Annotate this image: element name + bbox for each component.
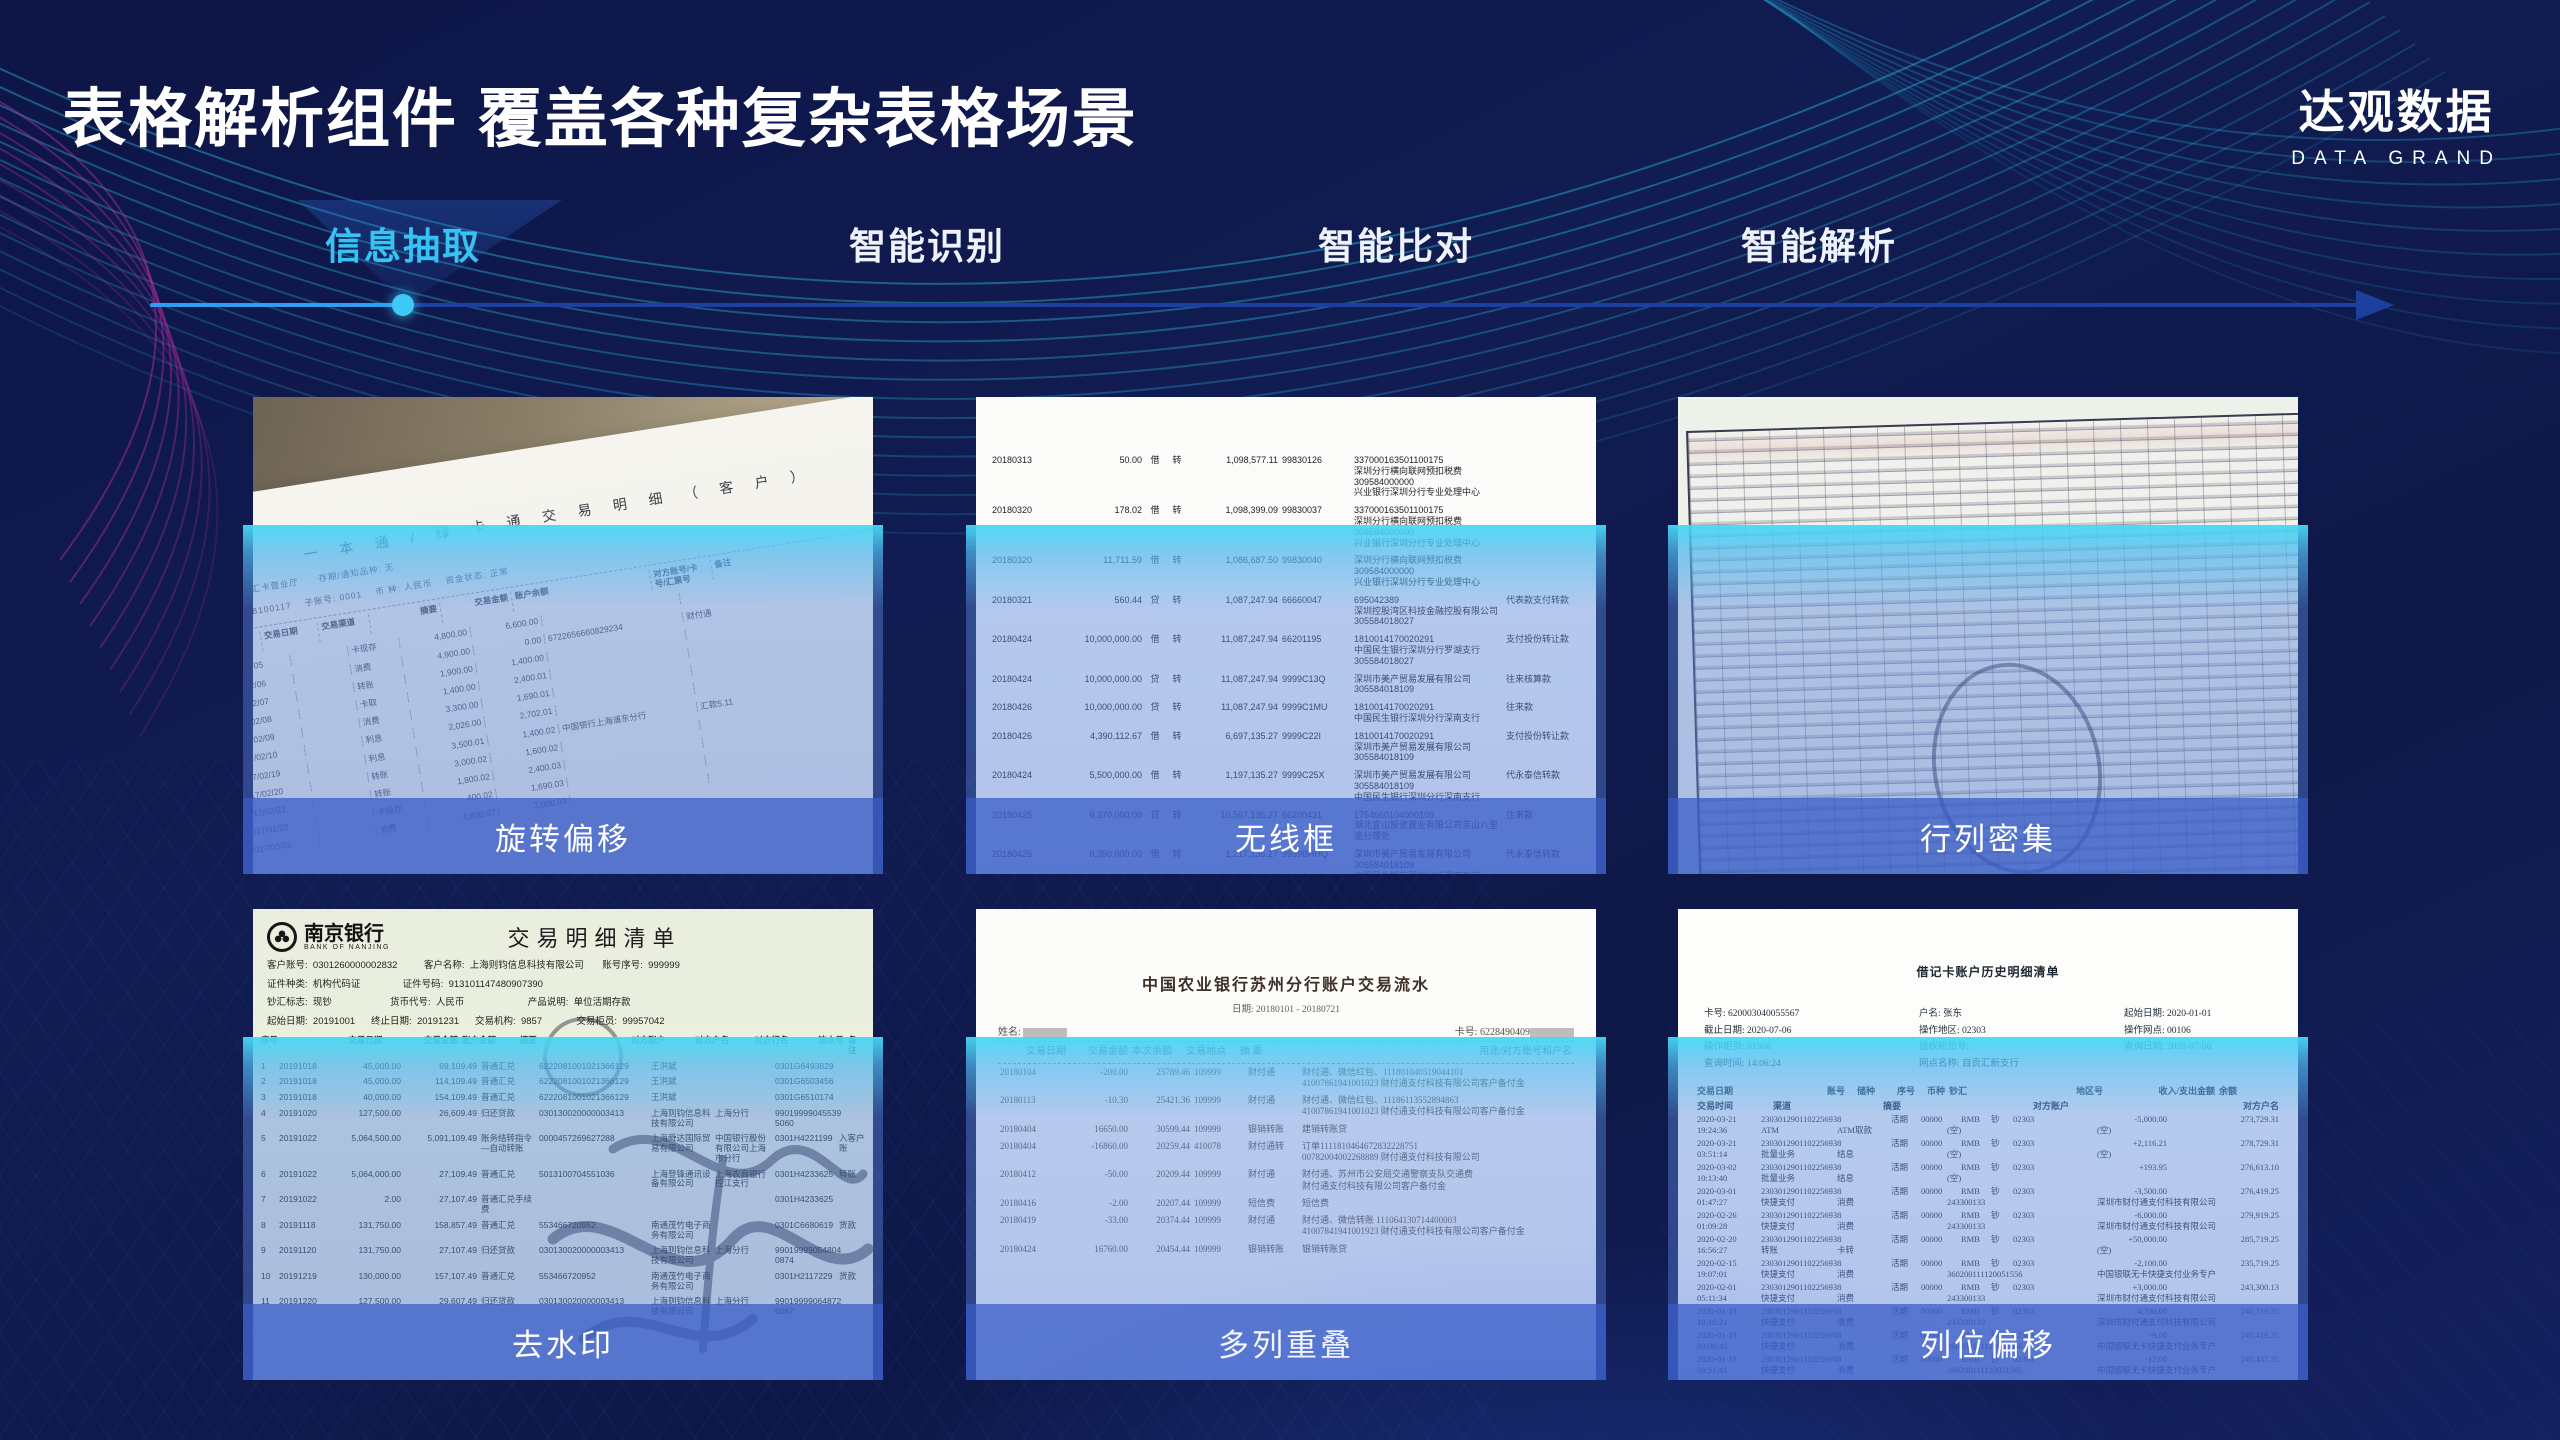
thumbnail-column-overlap: 中国农业银行苏州分行账户交易流水 日期: 20180101 - 20180721… <box>976 909 1596 1380</box>
thumbnail-borderless: 2018031350.00借转1,098,577.119983012633700… <box>976 397 1596 874</box>
progress-line-active-segment <box>150 303 403 307</box>
caption-band: 列位偏移 <box>1668 1304 2308 1380</box>
slide-root: 表格解析组件 覆盖各种复杂表格场景 达观数据 DATA GRAND 信息抽取 智… <box>0 0 2560 1440</box>
cell: 借 <box>1144 455 1166 498</box>
table-row: 2018031350.00借转1,098,577.119983012633700… <box>990 455 1582 498</box>
progress-dot <box>392 294 414 316</box>
bank-header: 南京银行 BANK OF NANJING 交易明细清单 <box>253 909 873 955</box>
caption-band: 多列重叠 <box>966 1304 1606 1380</box>
caption-label: 列位偏移 <box>1920 1320 2056 1365</box>
caption-label: 旋转偏移 <box>495 814 631 859</box>
cell: 1,098,577.11 <box>1188 455 1280 498</box>
step-tab-smart-comparison[interactable]: 智能比对 <box>1318 216 1474 270</box>
step-nav: 信息抽取 智能识别 智能比对 智能解析 <box>0 0 2560 340</box>
step-tab-smart-parsing[interactable]: 智能解析 <box>1741 216 1897 270</box>
doc-fields: 客户账号: 0301260000002832 客户名称: 上海则钧信息科技有限公… <box>253 955 873 1031</box>
field-line: 钞汇标志: 现钞 货币代号: 人民币 产品说明: 单位活期存款 <box>267 994 859 1013</box>
arrow-right-icon <box>2356 290 2394 320</box>
step-tab-info-extraction[interactable]: 信息抽取 <box>325 216 481 270</box>
field-line: 客户账号: 0301260000002832 客户名称: 上海则钧信息科技有限公… <box>267 957 859 976</box>
cell <box>1504 455 1580 498</box>
cell: 50.00 <box>1052 455 1144 498</box>
bank-of-nanjing-logo-icon <box>267 922 297 952</box>
caption-band: 去水印 <box>243 1304 883 1380</box>
doc-title: 借记卡账户历史明细清单 <box>1678 963 2298 980</box>
cell: 转 <box>1166 455 1188 498</box>
bank-name-box: 南京银行 BANK OF NANJING <box>304 924 390 951</box>
caption-band: 无线框 <box>966 798 1606 874</box>
caption-label: 多列重叠 <box>1218 1320 1354 1365</box>
field-line: 起始日期: 20191001 终止日期: 20191231 交易机构: 9857… <box>267 1013 859 1032</box>
caption-label: 行列密集 <box>1920 814 2056 859</box>
caption-label: 去水印 <box>512 1320 614 1365</box>
thumbnail-column-shift: 借记卡账户历史明细清单 卡号: 620003040055567 截止日期: 20… <box>1678 909 2298 1380</box>
thumbnail-watermark-removal: 南京银行 BANK OF NANJING 交易明细清单 客户账号: 030126… <box>253 909 873 1380</box>
cell: 20180313 <box>990 455 1052 498</box>
doc-title: 交易明细清单 <box>390 921 799 953</box>
bank-name-en: BANK OF NANJING <box>304 944 390 951</box>
thumbnail-rotated-offset: 一 本 通 / 绿 卡 通 交 易 明 细 （ 客 户 ） 开户网点: 大庆市汇… <box>253 397 873 874</box>
cell: 99830126 <box>1280 455 1352 498</box>
name-field: 姓名: <box>998 1023 1067 1038</box>
caption-band: 旋转偏移 <box>243 798 883 874</box>
doc-date-line: 日期: 20180101 - 20180721 <box>976 1001 1596 1015</box>
card-field: 卡号: 6228490409 <box>1455 1023 1574 1038</box>
doc-title: 中国农业银行苏州分行账户交易流水 <box>976 971 1596 995</box>
step-tab-smart-recognition[interactable]: 智能识别 <box>849 216 1005 270</box>
thumbnail-dense-grid: 行列密集 <box>1678 397 2298 874</box>
cell: 337000163501100175 深圳分行横向联网预扣税费 30958400… <box>1352 455 1504 498</box>
field-line: 证件种类: 机构代码证 证件号码: 913101147480907390 <box>267 976 859 995</box>
progress-line-rest-segment <box>403 303 2356 307</box>
caption-label: 无线框 <box>1235 814 1337 859</box>
progress-line <box>150 303 2394 307</box>
bank-name-cn: 南京银行 <box>304 924 390 944</box>
caption-band: 行列密集 <box>1668 798 2308 874</box>
